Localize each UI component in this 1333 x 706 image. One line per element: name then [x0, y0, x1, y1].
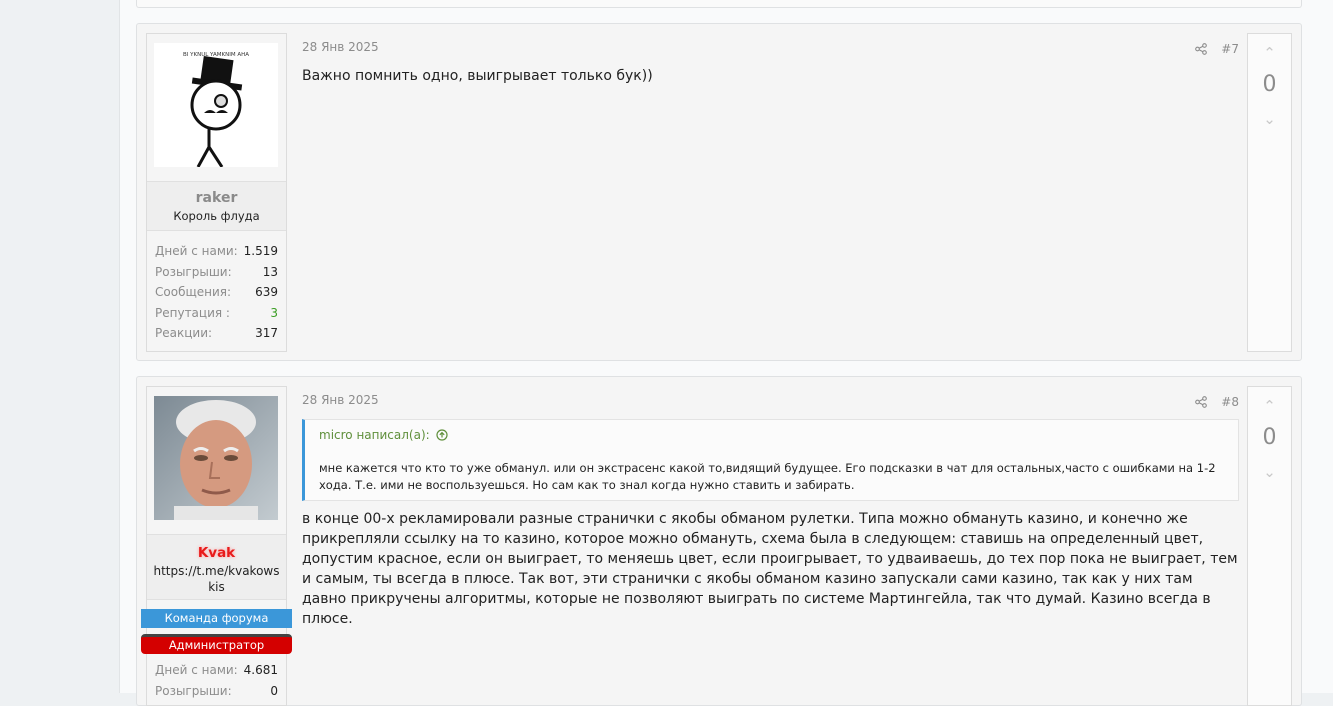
- stat-value[interactable]: 0: [270, 681, 278, 702]
- stat-label: Реакции:: [155, 326, 213, 340]
- stat-row: Дней с нами: 4.681: [155, 660, 278, 681]
- user-title: Король флуда: [173, 209, 260, 223]
- user-cell: Kvak https://t.me/kvakowskis Команда фор…: [141, 386, 292, 706]
- quote-author[interactable]: micro написал(а):: [319, 428, 430, 442]
- chevron-up-icon[interactable]: ⌃: [1248, 397, 1291, 415]
- stat-row: Реакции: 317: [155, 323, 278, 344]
- stat-label: Репутация :: [155, 305, 230, 320]
- user-stats: Дней с нами: 1.519 Розыгрыши: 13 Сообщен…: [147, 241, 286, 344]
- post-text: в конце 00-х рекламировали разные страни…: [302, 511, 1238, 627]
- user-stats: Дней с нами: 4.681 Розыгрыши: 0: [147, 660, 286, 701]
- post-number-link[interactable]: #8: [1221, 395, 1239, 409]
- stat-label: Сообщения:: [155, 285, 232, 299]
- vote-count: 0: [1262, 72, 1277, 97]
- vote-count: 0: [1262, 425, 1277, 450]
- post-8: Kvak https://t.me/kvakowskis Команда фор…: [136, 376, 1302, 706]
- avatar-caption: BI YKNUL YAMKNIM AHA: [183, 52, 249, 58]
- stat-value[interactable]: 13: [263, 262, 278, 283]
- share-icon[interactable]: [1195, 43, 1208, 55]
- username[interactable]: raker: [147, 190, 286, 206]
- post-actions: #8: [1195, 395, 1239, 409]
- avatar[interactable]: BI YKNUL YAMKNIM AHA: [154, 43, 278, 167]
- username[interactable]: Kvak: [147, 545, 286, 561]
- stat-label: Розыгрыши:: [155, 264, 232, 279]
- banner-forum-team: Команда форума: [141, 609, 292, 628]
- quote-text: мне кажется что кто то уже обманул. или …: [319, 461, 1216, 492]
- stat-row: Сообщения: 639: [155, 282, 278, 303]
- vote-cell: ⌃ 0 ⌄: [1247, 386, 1292, 706]
- stat-value[interactable]: 317: [255, 323, 278, 344]
- left-gutter: [0, 0, 119, 693]
- share-icon[interactable]: [1195, 396, 1208, 408]
- quote-block: micro написал(а): мне кажется что кто то…: [302, 419, 1239, 501]
- stat-label: Дней с нами:: [155, 663, 238, 677]
- banner-administrator: Администратор: [141, 634, 292, 654]
- post-actions: #7: [1195, 42, 1239, 56]
- vote-cell: ⌃ 0 ⌄: [1247, 33, 1292, 352]
- avatar-photo-image: [154, 396, 278, 520]
- chevron-down-icon[interactable]: ⌄: [1248, 463, 1291, 481]
- stat-row: Репутация : 3: [155, 303, 278, 324]
- chevron-up-icon[interactable]: ⌃: [1248, 44, 1291, 62]
- user-cell: BI YKNUL YAMKNIM AHA raker Король флуда …: [146, 33, 287, 352]
- post-date[interactable]: 28 Янв 2025: [302, 40, 379, 54]
- stat-row: Розыгрыши: 0: [155, 681, 278, 702]
- reputation-value: 3: [270, 305, 278, 320]
- post-7: BI YKNUL YAMKNIM AHA raker Король флуда …: [136, 23, 1302, 361]
- stat-value: 1.519: [243, 244, 278, 258]
- stat-label: Розыгрыши:: [155, 683, 232, 698]
- avatar[interactable]: [154, 396, 278, 520]
- user-subtitle: https://t.me/kvakowskis: [153, 564, 280, 594]
- post-text: Важно помнить одно, выигрывает только бу…: [302, 68, 653, 84]
- post-number-link[interactable]: #7: [1221, 42, 1239, 56]
- previous-post-tail: [136, 0, 1302, 8]
- stat-row: Дней с нами: 1.519: [155, 241, 278, 262]
- post-date[interactable]: 28 Янв 2025: [302, 393, 379, 407]
- stat-label: Дней с нами:: [155, 244, 238, 258]
- user-name-block: Kvak https://t.me/kvakowskis: [147, 534, 286, 600]
- quote-header: micro написал(а):: [319, 428, 448, 442]
- user-name-block: raker Король флуда: [147, 181, 286, 231]
- stat-value[interactable]: 639: [255, 282, 278, 303]
- avatar-stickman-image: BI YKNUL YAMKNIM AHA: [154, 43, 278, 167]
- stat-value: 4.681: [243, 663, 278, 677]
- stat-row: Розыгрыши: 13: [155, 262, 278, 283]
- chevron-down-icon[interactable]: ⌄: [1248, 110, 1291, 128]
- arrow-up-circle-icon[interactable]: [436, 429, 448, 441]
